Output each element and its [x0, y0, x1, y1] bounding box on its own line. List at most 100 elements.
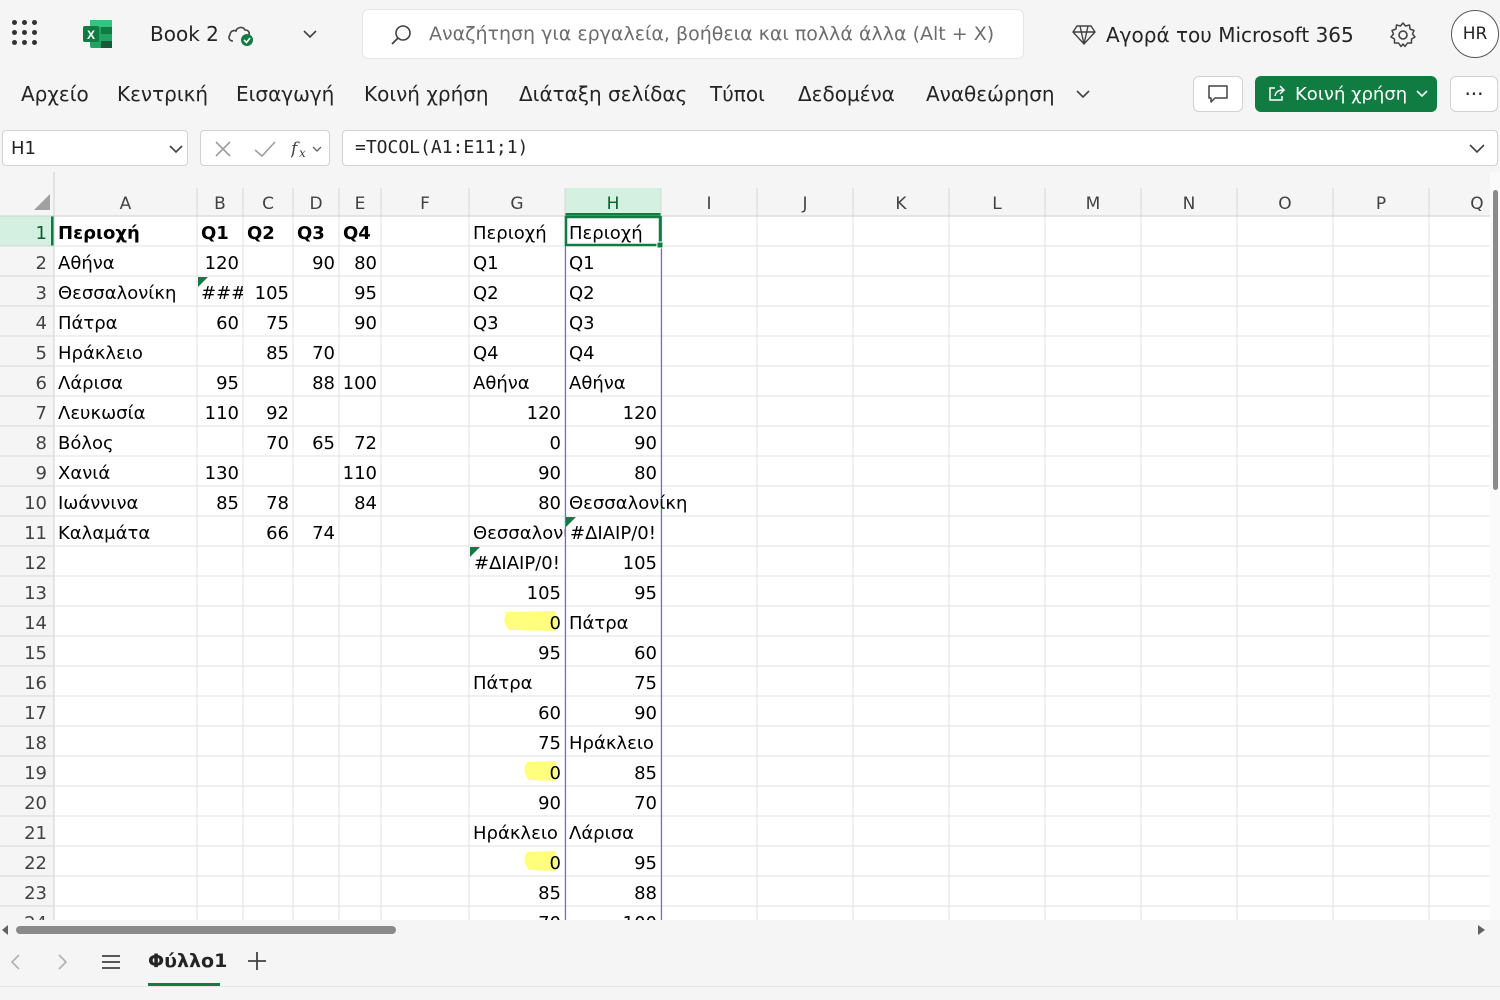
cell-h15[interactable]: 60	[634, 643, 657, 664]
cell-e2[interactable]: 80	[354, 253, 377, 274]
cell-g10[interactable]: 80	[538, 493, 561, 514]
cell-d1[interactable]: Q3	[297, 223, 325, 244]
cell-h21[interactable]: Λάρισα	[569, 823, 634, 844]
horizontal-scroll-thumb[interactable]	[16, 926, 396, 934]
tab-insert[interactable]: Εισαγωγή	[236, 82, 334, 106]
row-header-2[interactable]: 2	[36, 253, 47, 274]
column-header-c[interactable]: C	[262, 194, 274, 214]
row-header-23[interactable]: 23	[24, 883, 47, 904]
cell-c10[interactable]: 78	[266, 493, 289, 514]
cell-a8[interactable]: Βόλος	[58, 433, 114, 454]
column-header-e[interactable]: E	[355, 194, 366, 214]
cell-a6[interactable]: Λάρισα	[58, 373, 123, 394]
tab-share[interactable]: Κοινή χρήση	[364, 82, 489, 106]
cell-d2[interactable]: 90	[312, 253, 335, 274]
all-sheets-menu-icon[interactable]	[100, 952, 122, 972]
row-header-7[interactable]: 7	[36, 403, 47, 424]
insert-function-icon[interactable]: f x	[291, 138, 325, 160]
column-header-a[interactable]: A	[120, 194, 132, 214]
column-header-n[interactable]: N	[1183, 194, 1196, 214]
cell-e10[interactable]: 84	[354, 493, 377, 514]
column-header-b[interactable]: B	[214, 194, 226, 214]
row-header-15[interactable]: 15	[24, 643, 47, 664]
cell-c4[interactable]: 75	[266, 313, 289, 334]
vertical-scroll-thumb[interactable]	[1493, 190, 1498, 490]
row-header-20[interactable]: 20	[24, 793, 47, 814]
cell-g21[interactable]: Ηράκλειο	[473, 823, 558, 844]
cell-h2[interactable]: Q1	[569, 253, 595, 274]
column-header-o[interactable]: O	[1278, 194, 1291, 214]
cell-h9[interactable]: 80	[634, 463, 657, 484]
column-header-h[interactable]: H	[607, 194, 620, 214]
chevron-down-icon[interactable]	[1467, 140, 1487, 158]
row-header-9[interactable]: 9	[36, 463, 47, 484]
horizontal-scrollbar[interactable]	[0, 920, 1500, 940]
cell-b3[interactable]: ####	[201, 283, 261, 304]
vertical-scrollbar[interactable]	[1490, 172, 1500, 920]
cell-a4[interactable]: Πάτρα	[58, 313, 118, 334]
cell-b2[interactable]: 120	[205, 253, 239, 274]
cell-b1[interactable]: Q1	[201, 223, 229, 244]
cell-g22[interactable]: 0	[550, 853, 561, 874]
cell-h3[interactable]: Q2	[569, 283, 595, 304]
name-box[interactable]	[2, 130, 188, 166]
row-header-17[interactable]: 17	[24, 703, 47, 724]
cell-d5[interactable]: 70	[312, 343, 335, 364]
cell-h7[interactable]: 120	[623, 403, 657, 424]
cell-h23[interactable]: 88	[634, 883, 657, 904]
cell-e6[interactable]: 100	[343, 373, 377, 394]
cell-g9[interactable]: 90	[538, 463, 561, 484]
cell-h17[interactable]: 90	[634, 703, 657, 724]
cell-g18[interactable]: 75	[538, 733, 561, 754]
cell-e4[interactable]: 90	[354, 313, 377, 334]
cancel-icon[interactable]	[213, 139, 233, 159]
cell-h6[interactable]: Αθήνα	[569, 373, 626, 394]
comments-button[interactable]	[1193, 76, 1243, 112]
cell-g7[interactable]: 120	[527, 403, 561, 424]
chevron-down-icon[interactable]	[167, 140, 185, 158]
tab-home[interactable]: Κεντρική	[117, 82, 208, 106]
search-input[interactable]	[429, 10, 1009, 58]
chevron-down-icon[interactable]	[300, 24, 320, 44]
cell-d6[interactable]: 88	[312, 373, 335, 394]
workbook-title[interactable]: Book 2	[150, 22, 219, 46]
row-header-4[interactable]: 4	[36, 313, 47, 334]
row-header-3[interactable]: 3	[36, 283, 47, 304]
column-header-m[interactable]: M	[1086, 194, 1101, 214]
cell-h13[interactable]: 95	[634, 583, 657, 604]
cell-a9[interactable]: Χανιά	[58, 463, 110, 484]
cell-b6[interactable]: 95	[216, 373, 239, 394]
column-header-f[interactable]: F	[420, 194, 430, 214]
row-header-14[interactable]: 14	[24, 613, 47, 634]
row-header-11[interactable]: 11	[24, 523, 47, 544]
cell-h4[interactable]: Q3	[569, 313, 595, 334]
row-header-16[interactable]: 16	[24, 673, 47, 694]
row-header-18[interactable]: 18	[24, 733, 47, 754]
cell-h16[interactable]: 75	[634, 673, 657, 694]
cell-g20[interactable]: 90	[538, 793, 561, 814]
formula-text[interactable]: =TOCOL(A1:E11;1)	[355, 137, 528, 158]
row-header-24[interactable]: 24	[24, 913, 47, 920]
cell-a1[interactable]: Περιοχή	[58, 223, 140, 244]
cell-a10[interactable]: Ιωάννινα	[58, 493, 138, 514]
column-header-i[interactable]: I	[706, 194, 711, 214]
name-box-input[interactable]	[11, 131, 161, 165]
cell-g1[interactable]: Περιοχή	[473, 223, 547, 244]
buy-microsoft-365-button[interactable]: Αγορά του Microsoft 365	[1072, 22, 1354, 48]
cell-h8[interactable]: 90	[634, 433, 657, 454]
tab-file[interactable]: Αρχείο	[21, 82, 89, 106]
cell-h1[interactable]: Περιοχή	[569, 223, 643, 244]
row-header-13[interactable]: 13	[24, 583, 47, 604]
cell-a11[interactable]: Καλαμάτα	[58, 523, 150, 544]
column-header-p[interactable]: P	[1376, 194, 1386, 214]
cell-c5[interactable]: 85	[266, 343, 289, 364]
sheet-tab-active[interactable]: Φύλλο1	[148, 950, 227, 972]
column-header-d[interactable]: D	[309, 194, 322, 214]
row-header-1[interactable]: 1	[36, 223, 47, 244]
cell-h14[interactable]: Πάτρα	[569, 613, 629, 634]
cell-g6[interactable]: Αθήνα	[473, 373, 530, 394]
cell-b9[interactable]: 130	[205, 463, 239, 484]
tab-review[interactable]: Αναθεώρηση	[926, 82, 1055, 106]
cell-g13[interactable]: 105	[527, 583, 561, 604]
cell-d8[interactable]: 65	[312, 433, 335, 454]
